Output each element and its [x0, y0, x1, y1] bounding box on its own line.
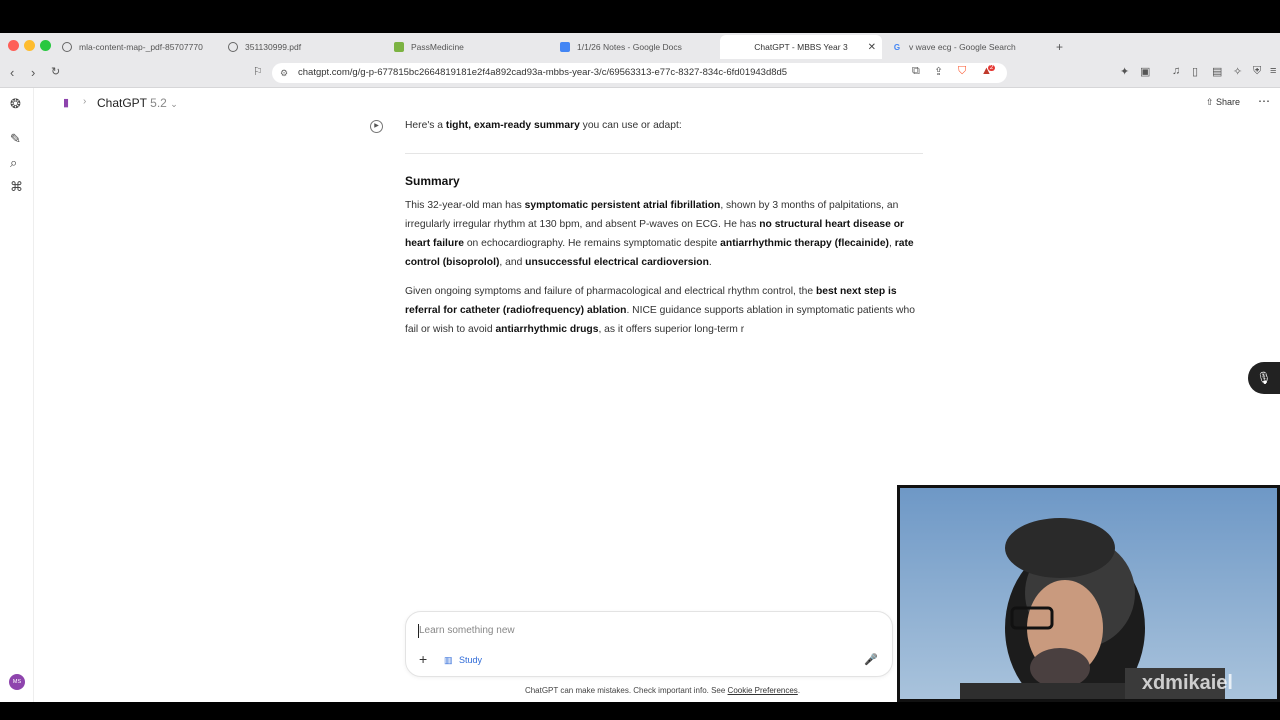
leo-ai-icon[interactable]: ✧	[1233, 65, 1242, 78]
tab-label: mla-content-map-_pdf-85707770	[79, 42, 203, 52]
gpts-icon[interactable]: ⌘	[10, 179, 23, 195]
voice-mode-button[interactable]: 🎙	[1248, 362, 1280, 394]
text: , and	[499, 257, 526, 268]
bold-text: antiarrhythmic therapy (flecainide)	[720, 238, 889, 249]
text: Given ongoing symptoms and failure of ph…	[405, 286, 816, 297]
share-label: Share	[1215, 97, 1240, 107]
text: This 32-year-old man has	[405, 200, 525, 211]
webcam-video	[900, 488, 1277, 699]
paragraph-2: Given ongoing symptoms and failure of ph…	[405, 282, 925, 339]
new-tab-button[interactable]: +	[1056, 35, 1070, 59]
lead-bold: tight, exam-ready summary	[445, 120, 580, 131]
text: on echocardiography. He remains symptoma…	[463, 238, 721, 249]
address-bar[interactable]: ⚙ chatgpt.com/g/g-p-677815bc2664819181e2…	[272, 63, 1007, 83]
cookie-preferences-link[interactable]: Cookie Preferences	[728, 686, 798, 695]
forward-icon[interactable]: ›	[31, 65, 35, 80]
dictate-icon[interactable]: 🎤	[864, 653, 878, 666]
brave-rewards-icon[interactable]: ▲2	[981, 65, 999, 77]
tab-chatgpt[interactable]: ChatGPT - MBBS Year 3 ✕	[720, 35, 882, 59]
tab-label: PassMedicine	[411, 42, 464, 52]
globe-icon	[228, 42, 238, 52]
bottom-border	[0, 702, 1280, 720]
menu-bar	[0, 0, 1280, 33]
screen: mla-content-map-_pdf-85707770 351130999.…	[0, 0, 1280, 720]
tab-label: ChatGPT - MBBS Year 3	[754, 42, 848, 52]
openai-logo-icon[interactable]: ❂	[10, 96, 21, 112]
share-button[interactable]: ⇧ Share	[1206, 97, 1240, 108]
bookmark-icon[interactable]: ⚐	[253, 65, 263, 78]
add-attachment-icon[interactable]: +	[419, 651, 427, 667]
sidebar: ❂ ✎ ⌕ ⌘ MS	[0, 88, 34, 702]
bold-text: antiarrhythmic drugs	[495, 324, 599, 335]
shield-badge: 2	[987, 65, 996, 71]
bold-text: symptomatic persistent atrial fibrillati…	[524, 200, 721, 211]
back-icon[interactable]: ‹	[10, 65, 14, 80]
lead-text: Here's a	[405, 120, 446, 131]
chevron-down-icon: ⌄	[170, 99, 178, 109]
maximize-window-button[interactable]	[40, 40, 51, 51]
sidebar-toggle-icon[interactable]: ▯	[1192, 65, 1198, 78]
text: , as it offers superior long-term r	[598, 324, 745, 335]
close-window-button[interactable]	[8, 40, 19, 51]
minimize-window-button[interactable]	[24, 40, 35, 51]
close-tab-icon[interactable]: ✕	[868, 42, 876, 53]
summary-heading: Summary	[405, 174, 460, 188]
tab-label: 351130999.pdf	[245, 42, 302, 52]
site-info-icon[interactable]: ⚙	[280, 63, 288, 83]
more-options-icon[interactable]: ⋯	[1258, 94, 1270, 108]
disclaimer-text: .	[797, 686, 801, 695]
chevron-right-icon: ›	[83, 96, 87, 107]
model-version: 5.2	[150, 96, 167, 110]
tab-google-search[interactable]: G v wave ecg - Google Search	[892, 35, 1042, 59]
lead-text: you can use or adapt:	[579, 120, 682, 131]
watermark: xdmikaiel	[1141, 672, 1233, 694]
tab-google-docs[interactable]: 1/1/26 Notes - Google Docs	[560, 35, 710, 59]
tab-pdf[interactable]: 351130999.pdf	[228, 35, 378, 59]
project-icon[interactable]: ▮	[63, 96, 69, 109]
model-selector[interactable]: ChatGPT 5.2 ⌄	[97, 96, 178, 110]
microphone-icon: 🎙	[1256, 371, 1272, 385]
passmedicine-icon	[394, 42, 404, 52]
disclaimer-text: ChatGPT can make mistakes. Check importa…	[524, 686, 728, 695]
globe-icon	[62, 42, 72, 52]
google-icon: G	[893, 42, 901, 52]
new-chat-icon[interactable]: ✎	[10, 131, 21, 147]
url-text: chatgpt.com/g/g-p-677815bc2664819181e2f4…	[298, 67, 788, 78]
paragraph-1: This 32-year-old man has symptomatic per…	[405, 196, 925, 272]
tab-mla-content-map[interactable]: mla-content-map-_pdf-85707770	[62, 35, 212, 59]
message-lead: Here's a tight, exam-ready summary you c…	[405, 116, 682, 135]
tab-search-icon[interactable]: ▤	[1212, 65, 1222, 78]
search-icon[interactable]: ⌕	[10, 155, 17, 171]
divider	[405, 153, 923, 154]
vpn-icon[interactable]: ⛨	[1253, 65, 1261, 78]
share-icon: ⇧	[1205, 97, 1214, 107]
header: ▮ › ChatGPT 5.2 ⌄ ⇧ Share ⋯	[34, 88, 1280, 118]
google-docs-icon	[560, 42, 570, 52]
share-page-icon[interactable]: ⇪	[934, 65, 943, 78]
open-external-icon[interactable]: ⧉	[912, 65, 920, 78]
read-aloud-icon[interactable]: ▶	[370, 120, 383, 133]
composer[interactable]: Learn something new + ▥ Study 🎤	[405, 611, 893, 677]
study-label: Study	[459, 655, 483, 665]
text: .	[708, 257, 712, 268]
media-icon[interactable]: ♫	[1172, 65, 1180, 77]
brave-shields-icon[interactable]: ⛉	[958, 65, 966, 78]
book-icon: ▥	[444, 655, 453, 665]
study-mode-button[interactable]: ▥ Study	[444, 655, 482, 666]
reload-icon[interactable]: ↻	[51, 65, 60, 78]
bold-text: unsuccessful electrical cardioversion	[525, 257, 709, 268]
composer-input[interactable]: Learn something new	[419, 625, 515, 636]
tab-passmedicine[interactable]: PassMedicine	[394, 35, 544, 59]
webcam-overlay: xdmikaiel	[897, 485, 1280, 702]
tab-label: 1/1/26 Notes - Google Docs	[577, 42, 682, 52]
menu-icon[interactable]: ≡	[1270, 65, 1276, 77]
browser-chrome: mla-content-map-_pdf-85707770 351130999.…	[0, 33, 1280, 88]
toolbar: ‹ › ↻ ⚐ ⚙ chatgpt.com/g/g-p-677815bc2664…	[0, 61, 1280, 87]
wallet-icon[interactable]: ▣	[1140, 65, 1150, 78]
tab-label: v wave ecg - Google Search	[909, 42, 1016, 52]
app-name: ChatGPT	[97, 96, 147, 110]
extensions-icon[interactable]: ✦	[1120, 65, 1129, 78]
